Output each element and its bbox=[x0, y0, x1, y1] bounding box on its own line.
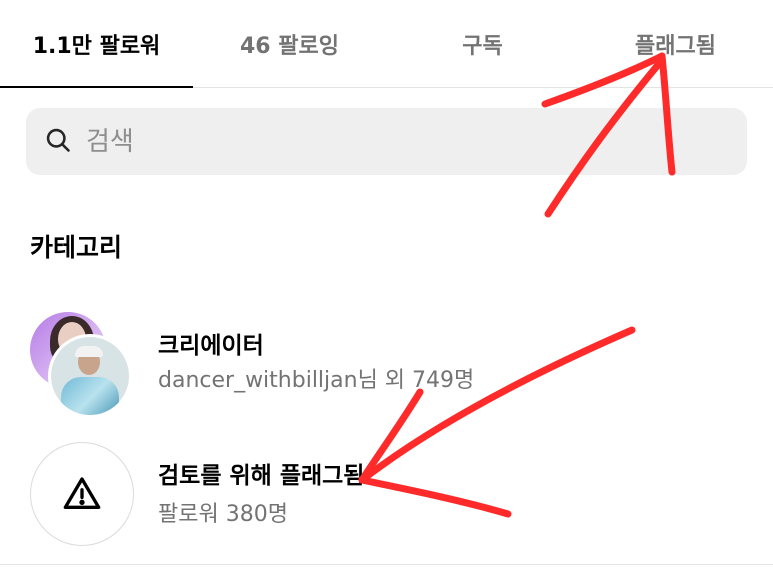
tab-subscriptions[interactable]: 구독 bbox=[386, 0, 579, 88]
search-bar[interactable] bbox=[26, 108, 747, 175]
tab-bar: 1.1만 팔로워 46 팔로잉 구독 플래그됨 bbox=[0, 0, 773, 88]
section-title: 카테고리 bbox=[30, 233, 123, 262]
divider bbox=[0, 564, 773, 565]
active-tab-indicator bbox=[0, 86, 193, 88]
search-input[interactable] bbox=[86, 126, 686, 157]
avatar bbox=[48, 334, 132, 418]
category-row-creators[interactable]: 크리에이터 dancer_withbilljan님 외 749명 bbox=[30, 304, 750, 418]
tab-following[interactable]: 46 팔로잉 bbox=[193, 0, 386, 88]
category-row-flagged[interactable]: 검토를 위해 플래그됨 팔로워 380명 bbox=[30, 440, 750, 550]
category-title: 검토를 위해 플래그됨 bbox=[158, 463, 365, 489]
avatar-stack bbox=[30, 312, 140, 422]
category-title: 크리에이터 bbox=[158, 333, 264, 359]
tab-followers[interactable]: 1.1만 팔로워 bbox=[0, 0, 193, 88]
search-icon bbox=[44, 126, 72, 158]
tab-flagged[interactable]: 플래그됨 bbox=[579, 0, 772, 88]
warning-icon bbox=[30, 442, 134, 546]
category-subtitle: 팔로워 380명 bbox=[158, 502, 288, 527]
category-subtitle: dancer_withbilljan님 외 749명 bbox=[158, 368, 475, 393]
